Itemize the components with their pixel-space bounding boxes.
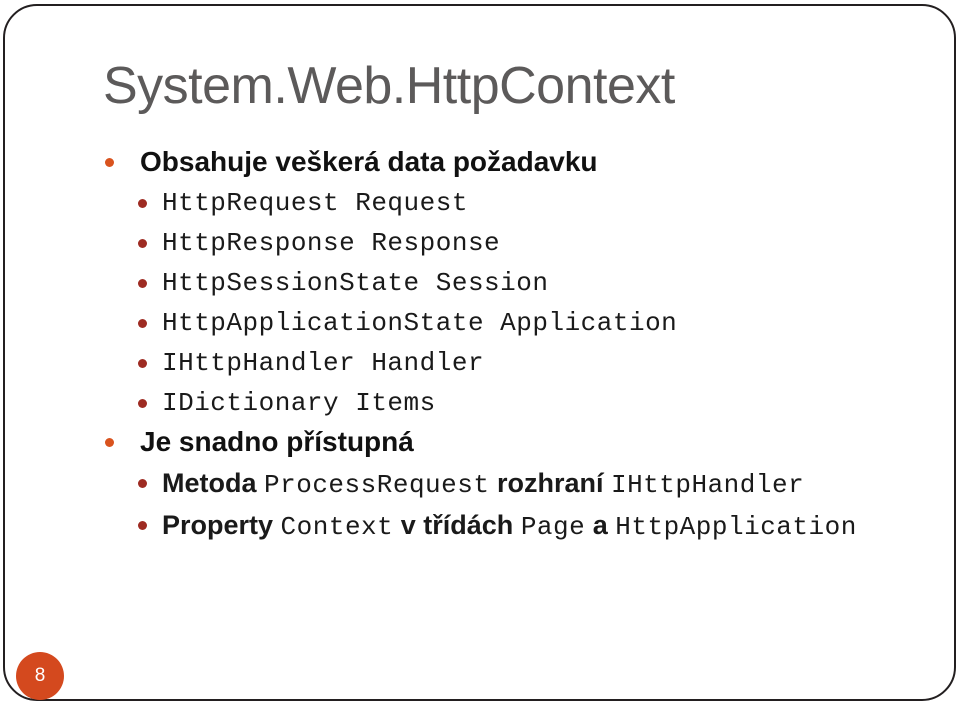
list-item-label: Je snadno přístupná — [140, 426, 414, 457]
bullet-dot-icon — [105, 158, 114, 167]
bullet-dot-icon — [138, 399, 147, 408]
bullet-dot-icon — [138, 521, 147, 530]
list-item-label: Metoda ProcessRequest rozhraní IHttpHand… — [162, 468, 805, 500]
list-item-text-run: Context — [280, 512, 394, 542]
list-item-label: HttpSessionState Session — [162, 268, 549, 298]
list-item-text-run: ProcessRequest — [264, 470, 490, 500]
bullet-dot-icon — [138, 199, 147, 208]
bullet-dot-icon — [138, 479, 147, 488]
list-item-label: HttpRequest Request — [162, 188, 468, 218]
bullet-dot-icon — [138, 359, 147, 368]
list-item-text-run: Page — [520, 512, 586, 542]
list-item-label: HttpResponse Response — [162, 228, 501, 258]
list-item: Obsahuje veškerá data požadavku — [0, 143, 900, 181]
list-item: Metoda ProcessRequest rozhraní IHttpHand… — [0, 463, 900, 505]
list-item-text-run: HttpApplication — [615, 512, 857, 542]
bullet-dot-icon — [138, 239, 147, 248]
list-item-text-run: rozhraní — [489, 468, 611, 498]
list-item: HttpResponse Response — [0, 223, 900, 263]
list-item-text-run: a — [585, 510, 616, 540]
list-item-text-run: IHttpHandler — [610, 470, 805, 500]
list-item: IDictionary Items — [0, 383, 900, 423]
list-item-text-run: v třídách — [393, 510, 521, 540]
bullet-dot-icon — [138, 279, 147, 288]
list-item-text-run: Metoda — [162, 468, 265, 498]
page-number-badge: 8 — [16, 652, 64, 700]
list-item: Property Context v třídách Page a HttpAp… — [0, 505, 900, 547]
list-item-label: IHttpHandler Handler — [162, 348, 485, 378]
list-item-label: Obsahuje veškerá data požadavku — [140, 146, 598, 177]
list-item-label: HttpApplicationState Application — [162, 308, 678, 338]
list-item: Je snadno přístupná — [0, 423, 900, 461]
list-item: IHttpHandler Handler — [0, 343, 900, 383]
page-title: System.Web.HttpContext — [103, 57, 675, 115]
list-item-label: Property Context v třídách Page a HttpAp… — [162, 510, 857, 542]
list-item-text-run: Property — [162, 510, 281, 540]
list-item: HttpApplicationState Application — [0, 303, 900, 343]
list-item-label: IDictionary Items — [162, 388, 436, 418]
bullet-dot-icon — [138, 319, 147, 328]
list-item: HttpRequest Request — [0, 183, 900, 223]
bullet-dot-icon — [105, 438, 114, 447]
bullet-list: Obsahuje veškerá data požadavku HttpReque… — [0, 143, 900, 547]
list-item: HttpSessionState Session — [0, 263, 900, 303]
slide: System.Web.HttpContext Obsahuje veškerá … — [0, 0, 960, 715]
